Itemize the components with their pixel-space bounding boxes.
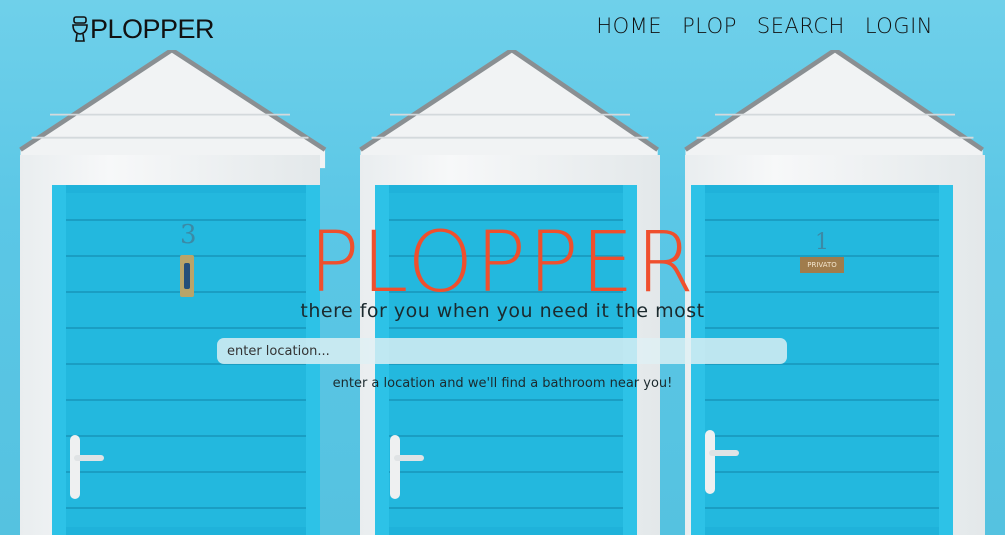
door-handle — [70, 435, 104, 499]
brand-name: PLOPPER — [90, 13, 215, 44]
cabin-roof — [684, 50, 984, 169]
hero-title: PLOPPER — [308, 213, 697, 311]
nav-plop[interactable]: PLOP — [682, 14, 737, 38]
nav-login[interactable]: LOGIN — [865, 14, 933, 38]
brand-logo[interactable]: PLOPPER — [72, 13, 215, 44]
door-handle — [390, 435, 424, 499]
door-handle — [705, 430, 739, 494]
location-search-input[interactable] — [217, 338, 787, 364]
nav-home[interactable]: HOME — [596, 14, 662, 38]
hero-subtitle: there for you when you need it the most — [300, 300, 705, 322]
main-nav: HOME PLOP SEARCH LOGIN — [596, 14, 933, 38]
cabin-roof — [359, 50, 659, 169]
cabin-roof — [19, 50, 327, 169]
search-hint: enter a location and we'll find a bathro… — [332, 376, 673, 391]
nav-search[interactable]: SEARCH — [757, 14, 845, 38]
toilet-icon — [72, 16, 88, 42]
